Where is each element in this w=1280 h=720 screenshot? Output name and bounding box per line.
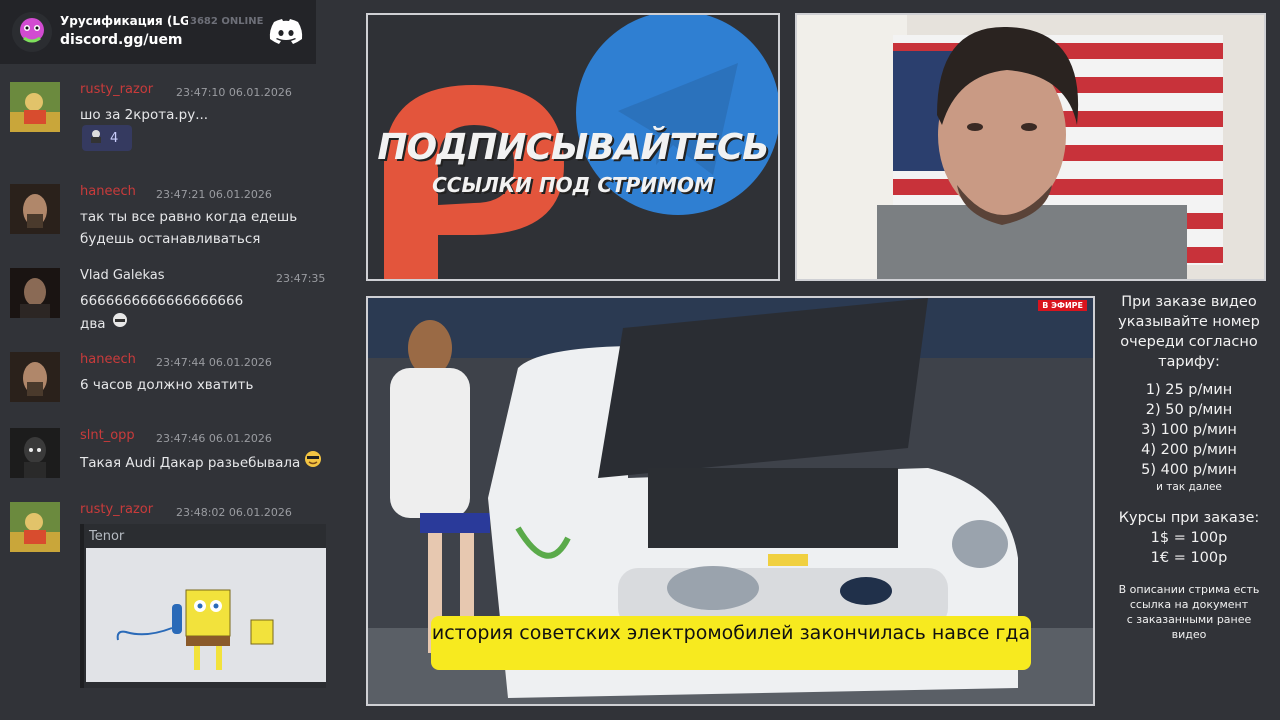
pricing-tier: 1) 25 р/мин [1145, 382, 1233, 398]
pricing-panel: При заказе видео указывайте номер очеред… [1100, 292, 1278, 642]
pricing-intro-line: При заказе видео [1121, 294, 1257, 310]
discord-logo-icon[interactable] [268, 18, 304, 46]
pricing-intro-line: очереди согласно [1120, 334, 1258, 350]
invite-link[interactable]: discord.gg/uem [60, 32, 183, 48]
guild-name: Урусификация (LG... [60, 14, 188, 28]
message-timestamp: 23:47:44 06.01.2026 [156, 356, 272, 369]
chat-message: haneech 23:47:44 06.01.2026 6 часов долж… [10, 352, 355, 412]
emoji-icon [304, 450, 322, 475]
discord-widget-header: Урусификация (LG... 3682 ONLINE discord.… [0, 0, 316, 64]
emoji-icon [88, 128, 104, 148]
embed-provider: Tenor [89, 529, 125, 544]
pricing-tier: 5) 400 р/мин [1141, 462, 1237, 478]
pricing-note-line: видео [1171, 628, 1207, 641]
message-text: так ты все равно когда едешь будешь оста… [80, 209, 298, 247]
promo-panel: ПОДПИСЫВАЙТЕСЬ ССЫЛКИ ПОД СТРИМОМ [366, 13, 780, 281]
avatar[interactable] [10, 184, 60, 234]
avatar[interactable] [10, 428, 60, 478]
message-author[interactable]: rusty_razor [80, 502, 153, 517]
video-subtitle: история советских электромобилей закончи… [431, 616, 1031, 670]
reaction-count: 4 [110, 130, 119, 146]
avatar[interactable] [10, 502, 60, 552]
message-timestamp: 23:47:21 06.01.2026 [156, 188, 272, 201]
chat-message: Vlad Galekas 23:47:35 666666666666666666… [10, 268, 355, 338]
message-text: 6 часов должно хватить [80, 377, 254, 393]
chat-message-list[interactable]: rusty_razor 23:47:10 06.01.2026 шо за 2к… [0, 64, 360, 720]
pricing-note-line: В описании стрима есть [1118, 583, 1260, 596]
pricing-tier: 2) 50 р/мин [1145, 402, 1233, 418]
message-timestamp: 23:47:10 06.01.2026 [176, 86, 292, 99]
promo-title: ПОДПИСЫВАЙТЕСЬ [377, 127, 769, 168]
reaction-chip[interactable]: 4 [82, 125, 132, 151]
online-count: 3682 ONLINE [190, 16, 264, 27]
message-text: Такая Audi Дакар разьебывала [80, 450, 355, 475]
message-timestamp: 23:47:46 06.01.2026 [156, 432, 272, 445]
promo-subtitle: ССЫЛКИ ПОД СТРИМОМ [432, 173, 714, 197]
message-author[interactable]: slnt_opp [80, 428, 135, 443]
pricing-intro-line: тарифу: [1158, 354, 1220, 370]
video-player[interactable]: В ЭФИРЕ история советских электромобилей… [366, 296, 1095, 706]
rate-line: 1$ = 100р [1150, 530, 1228, 546]
chat-message: rusty_razor 23:48:02 06.01.2026 Tenor [10, 502, 355, 702]
chat-message: slnt_opp 23:47:46 06.01.2026 Такая Audi … [10, 428, 355, 488]
rate-line: 1€ = 100р [1150, 550, 1228, 566]
pricing-etc: и так далее [1156, 481, 1222, 493]
message-timestamp: 23:47:35 [276, 272, 326, 285]
chat-message: haneech 23:47:21 06.01.2026 так ты все р… [10, 184, 355, 254]
message-author[interactable]: haneech [80, 352, 136, 367]
guild-icon[interactable] [12, 12, 52, 52]
gif-embed[interactable]: Tenor [80, 524, 326, 688]
pricing-tier: 4) 200 р/мин [1141, 442, 1237, 458]
message-author[interactable]: Vlad Galekas [80, 268, 165, 283]
avatar[interactable] [10, 352, 60, 402]
webcam-image [797, 15, 1264, 279]
message-author[interactable]: rusty_razor [80, 82, 153, 97]
pricing-note-line: ссылка на документ [1129, 598, 1249, 611]
rates-title: Курсы при заказе: [1118, 510, 1260, 526]
live-badge: В ЭФИРЕ [1038, 300, 1087, 311]
message-timestamp: 23:48:02 06.01.2026 [176, 506, 292, 519]
avatar[interactable] [10, 82, 60, 132]
message-text: два [80, 312, 355, 335]
message-text: 6666666666666666666 [80, 293, 244, 309]
pricing-note-line: с заказанными ранее [1126, 613, 1252, 626]
message-author[interactable]: haneech [80, 184, 136, 199]
message-text: шо за 2крота.ру... [80, 107, 209, 123]
webcam-feed [795, 13, 1266, 281]
pricing-tier: 3) 100 р/мин [1141, 422, 1237, 438]
chat-message: rusty_razor 23:47:10 06.01.2026 шо за 2к… [10, 82, 355, 162]
avatar[interactable] [10, 268, 60, 318]
gif-image[interactable] [86, 548, 326, 682]
emoji-icon [112, 312, 128, 335]
pricing-intro-line: указывайте номер [1118, 314, 1260, 330]
